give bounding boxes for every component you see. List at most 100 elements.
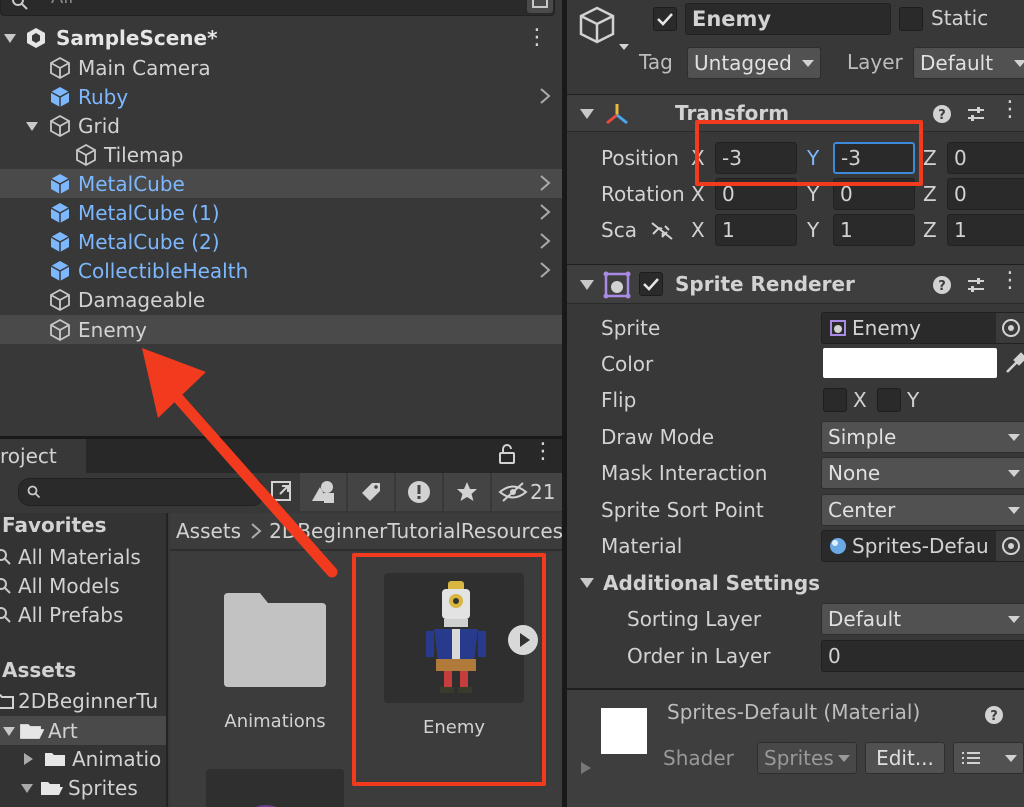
flip-x-checkbox[interactable]	[823, 388, 847, 412]
project-search-input[interactable]	[18, 478, 264, 506]
flip-y-checkbox[interactable]	[877, 388, 901, 412]
hierarchy-item-enemy[interactable]: Enemy	[0, 315, 562, 344]
triangle-down-icon[interactable]	[24, 118, 40, 134]
kebab-menu-icon[interactable]: ⋮	[999, 97, 1021, 122]
favorites-filter-button[interactable]	[444, 473, 490, 511]
hierarchy-item-grid[interactable]: Grid	[0, 111, 562, 140]
triangle-down-icon[interactable]	[2, 724, 16, 738]
triangle-right-icon[interactable]	[22, 752, 34, 766]
folder-sprites[interactable]: Sprites	[0, 774, 138, 802]
folder-animations[interactable]: Animatio	[0, 745, 161, 773]
gameobject-cube-icon[interactable]	[579, 4, 629, 52]
asset-tile-animations[interactable]: Animations	[190, 571, 360, 751]
hierarchy-search-input[interactable]: All	[0, 0, 555, 16]
hierarchy-item-main-camera[interactable]: Main Camera	[0, 53, 562, 82]
scale-z-label[interactable]: Z	[923, 218, 937, 242]
chevron-right-icon[interactable]	[538, 86, 552, 106]
scene-view-toggle-button[interactable]	[527, 0, 553, 13]
color-swatch[interactable]	[823, 348, 997, 378]
folder-icon	[224, 593, 326, 687]
hierarchy-item-damageable[interactable]: Damageable	[0, 285, 562, 314]
breadcrumb-root[interactable]: Assets	[176, 519, 241, 543]
sliders-icon[interactable]	[965, 103, 987, 125]
breadcrumb-item[interactable]: 2DBeginnerTutorialResources	[269, 519, 562, 543]
target-icon	[1002, 319, 1020, 337]
kebab-menu-icon[interactable]: ⋮	[526, 25, 548, 50]
tab-project[interactable]: roject	[0, 439, 86, 473]
static-checkbox[interactable]	[899, 7, 923, 31]
sliders-icon[interactable]	[965, 274, 987, 296]
tag-dropdown[interactable]: Untagged	[687, 47, 821, 79]
object-picker-button[interactable]	[996, 531, 1024, 561]
triangle-down-icon[interactable]	[579, 278, 595, 292]
active-checkbox[interactable]	[653, 7, 677, 31]
additional-settings-foldout[interactable]: Additional Settings	[603, 571, 820, 595]
sorting-layer-dropdown[interactable]: Default	[821, 603, 1024, 635]
folder-art[interactable]: Art	[0, 716, 166, 745]
triangle-down-icon[interactable]	[579, 576, 595, 590]
order-in-layer-input[interactable]: 0	[821, 640, 1024, 672]
project-panel: roject ⋮ 21 Favorites All Materials All …	[0, 436, 562, 807]
eyedropper-icon[interactable]	[1003, 350, 1024, 376]
mask-interaction-label: Mask Interaction	[601, 461, 768, 485]
console-log-filter-button[interactable]	[396, 473, 442, 511]
asset-tile-partial[interactable]	[206, 769, 344, 807]
help-icon[interactable]: ?	[931, 274, 953, 296]
tab-label: roject	[0, 444, 57, 468]
rotation-z-input[interactable]: 0	[947, 178, 1024, 210]
flip-label: Flip	[601, 388, 637, 412]
chevron-right-icon[interactable]	[538, 231, 552, 251]
favorite-all-materials[interactable]: All Materials	[0, 543, 141, 571]
filter-by-type-button[interactable]	[300, 473, 346, 511]
scale-z-input[interactable]: 1	[947, 214, 1024, 246]
object-name-input[interactable]: Enemy	[685, 3, 891, 35]
scene-header[interactable]: SampleScene* ⋮	[0, 23, 562, 53]
scale-x-label[interactable]: X	[691, 218, 705, 242]
hierarchy-item-ruby[interactable]: Ruby	[0, 82, 562, 111]
chevron-right-icon[interactable]	[538, 173, 552, 193]
mask-interaction-dropdown[interactable]: None	[821, 457, 1024, 489]
triangle-down-icon[interactable]	[20, 781, 34, 795]
create-icon[interactable]	[266, 476, 298, 508]
shader-dropdown[interactable]: Sprites	[757, 742, 857, 774]
help-icon[interactable]: ?	[931, 103, 953, 125]
folder-2dbeginnertutorial[interactable]: 2DBeginnerTu	[0, 687, 158, 715]
kebab-menu-icon[interactable]: ⋮	[532, 439, 554, 464]
filter-by-label-button[interactable]	[348, 473, 394, 511]
material-object-field[interactable]: Sprites-Defau	[821, 530, 1024, 562]
hierarchy-item-metalcube[interactable]: MetalCube	[0, 169, 562, 198]
triangle-right-icon[interactable]	[579, 760, 593, 776]
triangle-down-icon[interactable]	[2, 30, 18, 46]
rotation-z-label[interactable]: Z	[923, 182, 937, 206]
layer-dropdown[interactable]: Default	[913, 47, 1024, 79]
position-z-label[interactable]: Z	[923, 146, 937, 170]
favorite-all-models[interactable]: All Models	[0, 572, 120, 600]
hierarchy-item-metalcube-2[interactable]: MetalCube (2)	[0, 227, 562, 256]
favorite-all-prefabs[interactable]: All Prefabs	[0, 601, 123, 629]
chevron-right-icon[interactable]	[538, 260, 552, 280]
kebab-menu-icon[interactable]: ⋮	[999, 268, 1021, 293]
scale-y-label[interactable]: Y	[807, 218, 819, 242]
scale-y-input[interactable]: 1	[833, 214, 915, 246]
scale-x-input[interactable]: 1	[715, 214, 797, 246]
unlinked-chain-icon[interactable]	[649, 220, 675, 242]
hidden-packages-button[interactable]: 21	[492, 473, 562, 511]
hierarchy-item-collectiblehealth[interactable]: CollectibleHealth	[0, 256, 562, 285]
position-z-input[interactable]: 0	[947, 142, 1024, 174]
chevron-right-icon[interactable]	[538, 202, 552, 222]
sprite-sort-point-dropdown[interactable]: Center	[821, 494, 1024, 526]
folder-characters[interactable]: Ch	[0, 803, 119, 807]
edit-shader-button[interactable]: Edit...	[865, 742, 945, 774]
hierarchy-item-tilemap[interactable]: Tilemap	[0, 140, 562, 169]
sprite-renderer-component-header[interactable]: Sprite Renderer ? ⋮	[567, 264, 1024, 304]
triangle-down-icon[interactable]	[579, 107, 595, 121]
object-picker-button[interactable]	[996, 313, 1024, 343]
shader-options-dropdown[interactable]	[953, 742, 1024, 774]
sprite-object-field[interactable]: Enemy	[821, 312, 1024, 344]
draw-mode-dropdown[interactable]: Simple	[821, 421, 1024, 453]
help-icon[interactable]: ?	[983, 704, 1005, 726]
lock-icon[interactable]	[498, 443, 516, 465]
hierarchy-item-metalcube-1[interactable]: MetalCube (1)	[0, 198, 562, 227]
sprite-renderer-enabled-checkbox[interactable]	[639, 272, 663, 296]
tag-icon	[362, 483, 380, 501]
